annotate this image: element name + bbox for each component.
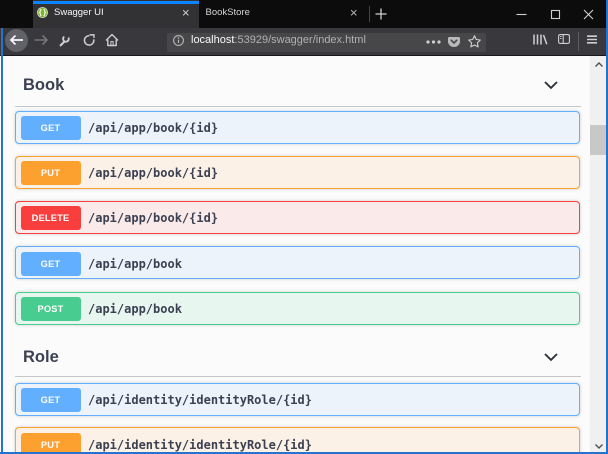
scrollbar-thumb[interactable] (590, 125, 606, 155)
scrollbar[interactable] (590, 56, 606, 452)
opblock-get[interactable]: GET/api/app/book/{id} (15, 111, 580, 144)
section-heading-role[interactable]: Role (23, 349, 59, 366)
opblock-put[interactable]: PUT/api/identity/identityRole/{id} (15, 427, 580, 454)
method-badge: POST (21, 297, 81, 321)
operation-path: /api/app/book/{id} (88, 166, 218, 180)
toolbar-separator (578, 32, 579, 51)
tab-bookstore[interactable]: BookStore (199, 0, 369, 28)
operation-path: /api/identity/identityRole/{id} (88, 438, 312, 452)
tab-swagger-ui[interactable]: Swagger UI (33, 0, 199, 28)
section-heading-book[interactable]: Book (23, 77, 64, 94)
url-text[interactable]: localhost:53929/swagger/index.html (191, 33, 366, 52)
window-border-left (1, 28, 3, 454)
operation-path: /api/app/book/{id} (88, 211, 218, 225)
bookmark-star-icon[interactable] (468, 35, 481, 48)
close-icon (583, 9, 594, 20)
home-icon[interactable] (105, 33, 119, 47)
operation-path: /api/app/book (88, 257, 182, 271)
window-close-button[interactable] (573, 0, 603, 28)
opblock-post[interactable]: POST/api/app/book (15, 292, 580, 325)
hamburger-menu-icon[interactable] (587, 35, 597, 44)
opblock-get[interactable]: GET/api/app/book (15, 246, 580, 279)
opblock-delete[interactable]: DELETE/api/app/book/{id} (15, 201, 580, 234)
method-badge: PUT (21, 161, 81, 185)
method-badge: GET (21, 388, 81, 412)
url-path: :53929/swagger/index.html (234, 34, 365, 46)
pocket-icon[interactable] (447, 36, 461, 48)
tab-bar: Swagger UI BookStore (0, 0, 608, 28)
opblock-put[interactable]: PUT/api/app/book/{id} (15, 156, 580, 189)
library-icon[interactable] (533, 34, 548, 45)
section-collapse-chevron-icon[interactable] (544, 353, 558, 361)
sidebar-toggle-icon[interactable] (558, 34, 570, 44)
scroll-up-icon[interactable] (594, 60, 604, 70)
section-divider (15, 376, 582, 377)
window-minimize-button[interactable] (506, 0, 536, 28)
navigation-toolbar: localhost:53929/swagger/index.html (0, 28, 608, 56)
opblock-get[interactable]: GET/api/identity/identityRole/{id} (15, 383, 580, 416)
page-info-icon[interactable] (173, 35, 184, 46)
window-maximize-button[interactable] (540, 0, 570, 28)
url-host: localhost (191, 34, 234, 46)
operation-path: /api/app/book (88, 302, 182, 316)
method-badge: DELETE (21, 206, 81, 230)
url-bar[interactable]: localhost:53929/swagger/index.html (167, 33, 486, 52)
back-button[interactable] (5, 29, 28, 52)
tab-separator (369, 6, 370, 22)
operation-path: /api/identity/identityRole/{id} (88, 393, 312, 407)
minimize-icon (516, 9, 527, 20)
tab-title: Swagger UI (54, 0, 104, 28)
maximize-icon (550, 9, 561, 20)
developer-tools-icon[interactable] (58, 33, 72, 47)
back-arrow-icon (9, 34, 24, 46)
swagger-favicon-icon (37, 7, 48, 18)
section-collapse-chevron-icon[interactable] (544, 81, 558, 89)
forward-button[interactable] (34, 32, 48, 48)
method-badge: PUT (21, 433, 81, 454)
new-tab-button[interactable] (374, 7, 388, 21)
swagger-page-content: BookGET/api/app/book/{id}PUT/api/app/boo… (0, 56, 608, 454)
browser-window: Swagger UI BookStore (0, 0, 608, 454)
method-badge: GET (21, 116, 81, 140)
reload-icon[interactable] (82, 33, 96, 47)
operation-path: /api/app/book/{id} (88, 121, 218, 135)
page-actions-icon[interactable] (426, 40, 441, 44)
scroll-down-icon[interactable] (594, 441, 604, 451)
tab-close-icon[interactable] (350, 9, 358, 17)
tab-title: BookStore (206, 0, 250, 28)
tab-close-icon[interactable] (182, 9, 190, 17)
section-divider (15, 106, 582, 107)
method-badge: GET (21, 252, 81, 276)
